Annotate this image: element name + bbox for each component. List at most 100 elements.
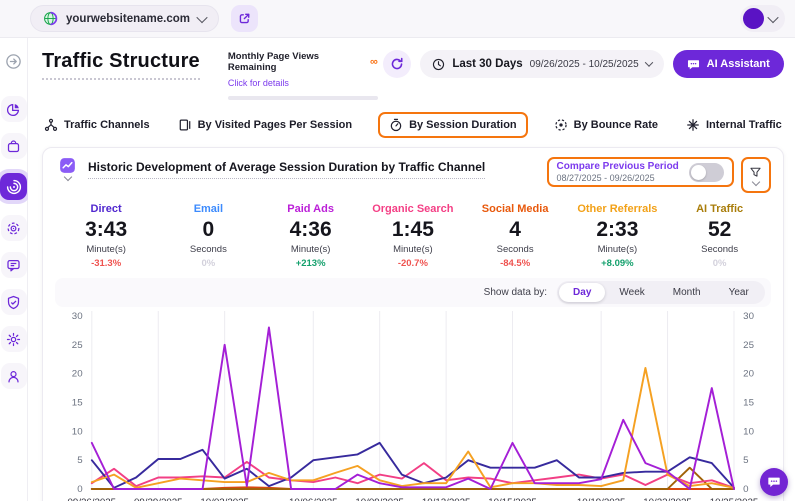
compare-toggle[interactable] [689,163,724,182]
tab-by-visited-pages-per-session[interactable]: By Visited Pages Per Session [176,113,354,137]
page-title: Traffic Structure [42,50,200,80]
svg-text:10: 10 [72,426,83,437]
sidebar-item-feedback[interactable] [1,252,27,278]
globe-icon [43,11,58,26]
refresh-icon [390,57,404,71]
chart-area: 00551010151520202525303009/26/202509/29/… [55,309,771,501]
session-duration-chart: 00551010151520202525303009/26/202509/29/… [55,309,771,501]
svg-text:10/15/2025: 10/15/2025 [488,497,537,501]
metric-delta: -20.7% [362,258,464,269]
topbar: yourwebsitename.com [0,0,795,38]
tab-label: By Session Duration [409,119,517,131]
pie-icon [6,102,21,117]
metric-value: 52 [669,218,771,242]
shield-icon [6,295,21,310]
metric-name: Direct [55,203,157,215]
metric-direct[interactable]: Direct3:43Minute(s)-31.3% [55,203,157,269]
quota-details-link[interactable]: Click for details [228,78,289,88]
main-content: Traffic Structure Monthly Page Views Rem… [28,38,795,501]
metric-paid-ads[interactable]: Paid Ads 4:36 Minute(s) +213% [260,203,362,269]
svg-text:09/26/2025: 09/26/2025 [68,497,117,501]
sidebar-item-traffic[interactable] [0,173,27,200]
sidebar-item-collapse[interactable] [1,48,27,74]
metric-organic-search[interactable]: Organic Search1:45Minute(s)-20.7% [362,203,464,269]
asterisk-icon [686,118,700,132]
person-icon [6,369,21,384]
user-menu[interactable] [740,5,785,32]
metric-unit: Minute(s) [260,244,362,255]
metric-social-media[interactable]: Social Media4Seconds-84.5% [464,203,566,269]
svg-text:0: 0 [77,484,82,495]
granularity-segmented-control: DayWeekMonthYear [557,281,765,304]
bag-icon [6,139,21,154]
metric-ai-traffic[interactable]: AI Traffic52Seconds0% [669,203,771,269]
ai-assistant-button[interactable]: AI Assistant [673,50,784,78]
filter-button[interactable] [741,157,771,193]
chat-icon [6,258,21,273]
open-site-button[interactable] [231,5,258,32]
compare-previous-period: Compare Previous Period 08/27/2025 - 09/… [547,157,734,187]
metric-value: 4:36 [260,218,362,242]
chart-type-selector[interactable] [59,157,76,180]
compare-label: Compare Previous Period [557,161,679,172]
clock-icon [432,58,445,71]
granularity-year[interactable]: Year [715,283,763,302]
metric-delta: +8.09% [566,258,668,269]
metric-name: Social Media [464,203,566,215]
tab-label: By Bounce Rate [574,119,658,131]
svg-text:15: 15 [72,398,83,409]
svg-text:30: 30 [72,311,83,322]
date-range-preset: Last 30 Days [452,58,522,70]
granularity-week[interactable]: Week [605,283,658,302]
metric-value: 0 [157,218,259,242]
granularity-month[interactable]: Month [659,283,715,302]
sidebar-item-settings[interactable] [1,326,27,352]
granularity-day[interactable]: Day [559,283,605,302]
svg-text:10/25/2025: 10/25/2025 [710,497,759,501]
pageviews-quota: Monthly Page Views Remaining ∞ Click for… [228,51,378,100]
ai-chat-icon [687,58,700,71]
refresh-button[interactable] [383,50,411,78]
svg-text:15: 15 [743,398,754,409]
sidebar-item-security[interactable] [1,289,27,315]
svg-text:5: 5 [743,455,748,466]
tab-internal-traffic[interactable]: Internal Traffic [684,113,784,137]
metric-name: Organic Search [362,203,464,215]
metric-unit: Seconds [464,244,566,255]
gear-icon [6,332,21,347]
chevron-down-icon [63,173,71,181]
metric-email[interactable]: Email0Seconds0% [157,203,259,269]
ai-assistant-label: AI Assistant [707,58,770,70]
chevron-down-icon [196,11,207,22]
tab-by-session-duration[interactable]: By Session Duration [378,112,528,138]
site-selector[interactable]: yourwebsitename.com [30,5,219,32]
target-icon [6,221,21,236]
quota-title: Monthly Page Views Remaining [228,51,370,73]
svg-text:20: 20 [72,369,83,380]
report-tabs: Traffic Channels By Visited Pages Per Ses… [42,112,784,138]
tab-traffic-channels[interactable]: Traffic Channels [42,113,152,137]
metric-value: 4 [464,218,566,242]
sidebar-item-goals[interactable] [1,215,27,241]
metric-unit: Minute(s) [362,244,464,255]
metric-name: Paid Ads [260,203,362,215]
sidebar-item-analytics[interactable] [1,96,27,122]
channel-metrics: Direct3:43Minute(s)-31.3%Email0Seconds0%… [55,203,771,269]
avatar [743,8,764,29]
date-range-picker[interactable]: Last 30 Days 09/26/2025 - 10/25/2025 [420,50,663,78]
show-data-by-label: Show data by: [484,287,547,298]
metric-delta: +213% [260,258,362,269]
sidebar-item-account[interactable] [1,363,27,389]
filter-funnel-icon [749,166,762,179]
sidebar-item-store[interactable] [1,133,27,159]
granularity-bar: Show data by: DayWeekMonthYear [55,278,771,307]
support-chat-button[interactable] [760,468,788,496]
timer-icon [389,118,403,132]
metric-unit: Minute(s) [55,244,157,255]
chevron-down-icon [767,11,778,22]
quota-progress-bar [228,96,378,100]
tab-by-bounce-rate[interactable]: By Bounce Rate [552,113,660,137]
external-link-icon [238,12,251,25]
metric-other-referrals[interactable]: Other Referrals2:33Minute(s)+8.09% [566,203,668,269]
svg-text:25: 25 [743,340,754,351]
